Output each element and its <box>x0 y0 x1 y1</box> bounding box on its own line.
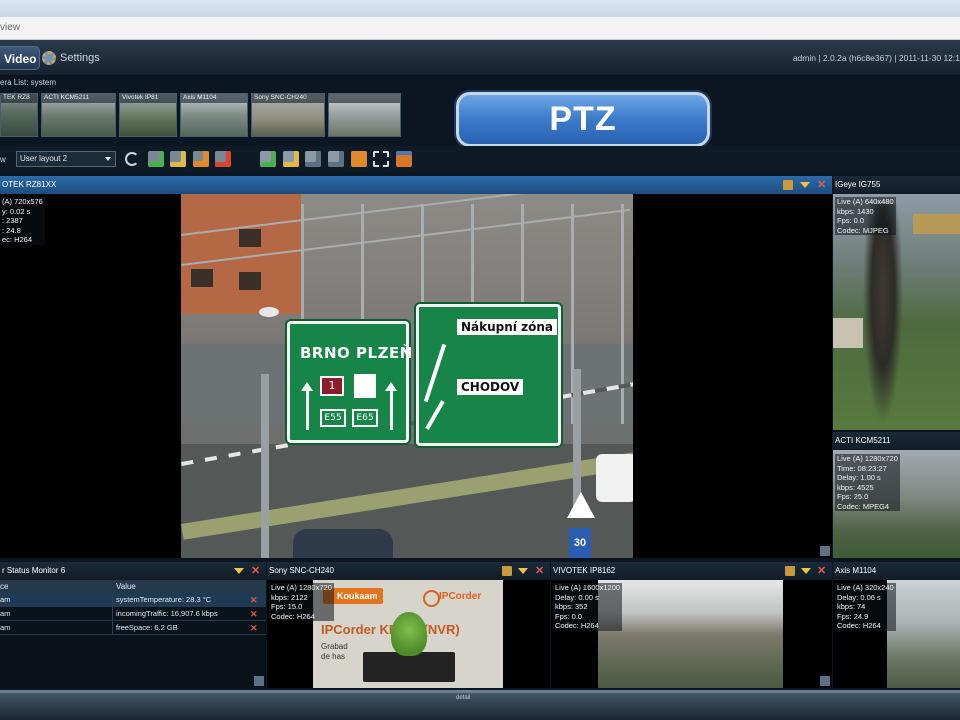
close-icon[interactable]: ✕ <box>817 566 827 577</box>
right-cam1-title: IGeye IG755 <box>835 180 881 189</box>
camera-thumbnail[interactable]: Axis M1104 <box>180 93 248 137</box>
bottom-cam3-stats: Live (A) 320x240 Delay: 0.06 s kbps: 74 … <box>835 583 896 631</box>
bottom-cam3-title: Axis M1104 <box>835 566 877 575</box>
camera-list-label: era List: system <box>0 78 57 87</box>
header-info: admin | 2.0.2a (h6c8e367) | 2011-11-30 1… <box>792 53 960 63</box>
camera-thumbnail[interactable]: Sony SNC-CH240 <box>251 93 325 137</box>
bottom-cam3-video[interactable] <box>887 580 960 688</box>
chevron-down-icon[interactable] <box>234 568 244 574</box>
camera-thumbnail[interactable]: Vivotek IP81 <box>119 93 177 137</box>
tab-settings-label: Settings <box>60 52 100 64</box>
bottom-cam1-stats: Live (A) 1280x720 kbps: 2122 Fps: 15.0 C… <box>269 583 334 621</box>
datetime: 2011-11-30 12:1 <box>898 53 960 63</box>
address-text[interactable]: view <box>0 22 20 33</box>
app-header: Video Settings admin | 2.0.2a (h6c8e367)… <box>0 40 960 76</box>
main-camera-title: OTEK RZ81XX <box>2 180 57 189</box>
chevron-down-icon <box>105 157 111 161</box>
resize-handle[interactable] <box>820 676 830 686</box>
table-row[interactable]: am freeSpace: 6.2 GB ✕ <box>0 621 266 635</box>
warning-sign <box>567 492 595 518</box>
copy-camera-icon[interactable] <box>193 151 209 167</box>
browser-tab-strip <box>0 0 960 17</box>
car <box>293 529 393 558</box>
status-monitor-title: r Status Monitor 6 <box>2 566 66 575</box>
frog-mascot <box>391 612 427 656</box>
main-camera-video[interactable]: BRNO PLZEŇ 1 E55 E65 Nákupní zóna CHODOV… <box>181 194 633 558</box>
bottom-cam2-header: VIVOTEK IP8162 ✕ <box>551 562 832 580</box>
table-row[interactable]: am incomingTraffic: 16,907.6 kbps ✕ <box>0 607 266 621</box>
chevron-down-icon[interactable] <box>801 568 811 574</box>
remove-row-icon[interactable]: ✕ <box>250 621 258 635</box>
layout-select[interactable]: User layout 2 <box>16 151 116 167</box>
speed-sign: 30 <box>569 528 591 558</box>
bottom-cam2-title: VIVOTEK IP8162 <box>553 566 616 575</box>
refresh-icon[interactable] <box>125 152 139 166</box>
right-cam2-title: ACTI KCM5211 <box>835 436 891 445</box>
arrow-icon <box>425 400 445 430</box>
camera-thumbnail[interactable]: TEK RZ8 <box>0 93 38 137</box>
bottom-cam2-stats: Live (A) 1600x1200 Delay: 0.00 s kbps: 3… <box>553 583 623 631</box>
user-name[interactable]: admin <box>793 53 816 63</box>
table-row[interactable]: am systemTemperature: 28.3 °C ✕ <box>0 593 266 607</box>
road-sign-right: Nákupní zóna CHODOV <box>416 304 561 446</box>
right-cam1-stats: Live (A) 640x480 kbps: 1430 Fps: 0.0 Cod… <box>835 197 896 235</box>
toolbar-label: w <box>0 155 6 164</box>
resize-handle[interactable] <box>254 676 264 686</box>
layout-edit-icon[interactable] <box>305 151 321 167</box>
arrow-up-icon <box>385 382 397 430</box>
road-sign-left: BRNO PLZEŇ 1 E55 E65 <box>287 321 412 443</box>
add-layout-icon[interactable] <box>260 151 276 167</box>
bottom-cam1-video[interactable]: Koukaam IPCorder IPCorder KB200 (NVR) Gr… <box>313 580 503 688</box>
browser-address-strip: view <box>0 0 960 40</box>
remove-row-icon[interactable]: ✕ <box>250 607 258 621</box>
bottom-bar[interactable]: detail <box>0 690 960 720</box>
tab-video[interactable]: Video <box>0 46 40 70</box>
status-table: ce Value am systemTemperature: 28.3 °C ✕… <box>0 580 266 635</box>
arrow-icon <box>423 343 447 403</box>
layout-delete-icon[interactable] <box>328 151 344 167</box>
bottom-cam1-title: Sony SNC-CH240 <box>269 566 334 575</box>
pin-icon[interactable] <box>502 566 512 576</box>
bus-icon <box>354 374 376 398</box>
camera-thumbnail[interactable]: ACTI KCM5211 <box>41 93 116 137</box>
layout-down-icon[interactable] <box>283 151 299 167</box>
fullscreen-icon[interactable] <box>373 151 389 167</box>
resize-handle[interactable] <box>820 546 830 556</box>
rename-camera-icon[interactable] <box>170 151 186 167</box>
street-lamp <box>259 307 279 317</box>
main-camera-stats: (A) 720x576 y: 0.02 s : 2387 : 24.8 ec: … <box>0 197 45 245</box>
car <box>596 454 633 502</box>
chevron-down-icon[interactable] <box>800 182 810 188</box>
gear-icon <box>42 51 56 65</box>
window-icon[interactable] <box>396 151 412 167</box>
chevron-down-icon[interactable] <box>518 568 528 574</box>
ptz-button[interactable]: PTZ <box>456 92 710 147</box>
bottom-cam3-header: Axis M1104 <box>833 562 960 580</box>
camera-thumbnail-strip: TEK RZ8 ACTI KCM5211 Vivotek IP81 Axis M… <box>0 93 401 137</box>
right-cam2-stats: Live (A) 1280x720 Time: 08:23:27 Delay: … <box>835 454 900 511</box>
pin-icon[interactable] <box>783 180 793 190</box>
version: 2.0.2a (h6c8e367) <box>822 53 892 63</box>
close-icon[interactable]: ✕ <box>251 566 261 577</box>
bottom-cam2-video[interactable] <box>598 580 783 688</box>
upload-icon[interactable] <box>351 151 367 167</box>
delete-camera-icon[interactable] <box>215 151 231 167</box>
right-cam1-header: IGeye IG755 <box>833 176 960 194</box>
close-icon[interactable]: ✕ <box>535 566 545 577</box>
bottom-bar-label: detail <box>456 695 471 701</box>
tab-settings[interactable]: Settings <box>42 49 100 67</box>
remove-row-icon[interactable]: ✕ <box>250 593 258 607</box>
arrow-up-icon <box>301 382 313 430</box>
toolbar: w <box>0 146 960 172</box>
status-monitor-header: r Status Monitor 6 ✕ <box>0 562 266 580</box>
table-header: ce Value <box>0 580 266 593</box>
main-camera-header: OTEK RZ81XX ✕ <box>0 176 832 194</box>
layout-select-value: User layout 2 <box>20 154 68 163</box>
camera-thumbnail[interactable] <box>328 93 401 137</box>
right-cam2-header: ACTI KCM5211 <box>833 432 960 450</box>
bottom-cam1-header: Sony SNC-CH240 ✕ <box>267 562 550 580</box>
pin-icon[interactable] <box>785 566 795 576</box>
add-camera-icon[interactable] <box>148 151 164 167</box>
close-icon[interactable]: ✕ <box>817 180 827 191</box>
